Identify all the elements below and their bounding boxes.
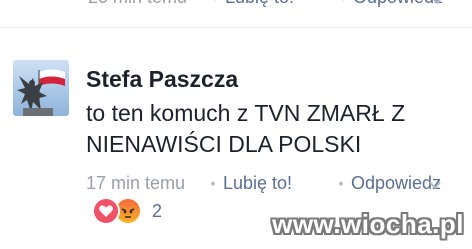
comment-text-line: NIENAWIŚCI DLA POLSKI	[86, 131, 362, 157]
previous-comment-actions: 20 min temu • Lubię to! • Odpowiedz	[88, 0, 443, 8]
comment-actions: 17 min temu • Lubię to! • Odpowiedz	[86, 172, 441, 194]
comment-screenshot: 20 min temu • Lubię to! • Odpowiedz Stef…	[0, 0, 472, 249]
comment-author[interactable]: Stefa Paszcza	[86, 66, 238, 93]
separator-dot: •	[205, 0, 225, 6]
comment-time[interactable]: 17 min temu	[86, 173, 203, 194]
separator-dot: •	[210, 175, 216, 191]
separator-dot: •	[333, 0, 353, 6]
separator-dot: •	[338, 175, 344, 191]
watermark: www.wiocha.pl	[272, 209, 464, 239]
like-link[interactable]: Lubię to!	[223, 173, 331, 194]
chevron-down-icon[interactable]	[429, 174, 441, 195]
comment-text: to ten komuch z TVN ZMARŁ Z NIENAWIŚCI D…	[86, 98, 466, 160]
previous-reply-link[interactable]: Odpowiedz	[353, 0, 443, 8]
comment-text-line: to ten komuch z TVN ZMARŁ Z	[86, 100, 406, 126]
reactions[interactable]: 2	[92, 197, 162, 225]
previous-like-link[interactable]: Lubię to!	[225, 0, 333, 8]
divider	[0, 27, 472, 28]
love-icon	[92, 197, 120, 225]
reply-link[interactable]: Odpowiedz	[351, 173, 441, 194]
reaction-count[interactable]: 2	[152, 201, 162, 222]
avatar[interactable]	[13, 60, 69, 116]
chevron-down-icon[interactable]	[431, 0, 443, 10]
previous-comment-time: 20 min temu	[88, 0, 205, 8]
